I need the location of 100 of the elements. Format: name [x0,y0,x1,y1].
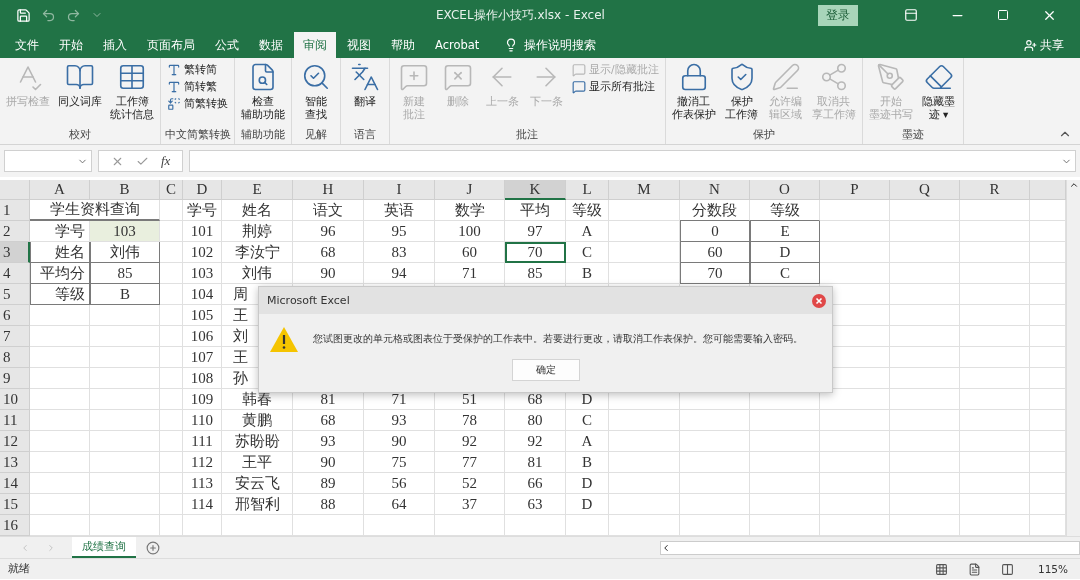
row-header[interactable]: 7 [0,326,30,347]
row-header[interactable]: 13 [0,452,30,473]
table-cell: 75 [364,452,435,473]
column-header[interactable]: M [609,180,680,200]
table-cell: 95 [364,221,435,242]
table-cell: 英语 [364,200,435,221]
insert-function-button[interactable]: fx [161,153,171,169]
row-header[interactable]: 1 [0,200,30,221]
ribbon-button[interactable]: 显示所有批注 [569,79,662,95]
table-cell: 90 [293,452,364,473]
table-cell: C [566,410,609,431]
column-header[interactable]: K [505,180,566,200]
table-cell: 83 [364,242,435,263]
column-header[interactable]: R [960,180,1030,200]
row-header[interactable]: 12 [0,431,30,452]
tell-me-search[interactable]: 操作说明搜索 [524,37,597,53]
column-header[interactable]: A [30,180,90,200]
table-cell: 学号 [183,200,222,221]
table-cell: C [566,242,609,263]
table-cell: 66 [505,473,566,494]
row-header[interactable]: 4 [0,263,30,284]
column-header[interactable]: B [90,180,160,200]
row-header[interactable]: 6 [0,305,30,326]
row-header[interactable]: 11 [0,410,30,431]
table-cell: 52 [435,473,505,494]
table-cell: 苏盼盼 [222,431,293,452]
ribbon-button[interactable]: 翻译 [344,60,386,110]
column-header[interactable]: E [222,180,293,200]
column-header[interactable]: Q [890,180,960,200]
table-cell: 刘伟 [222,263,293,284]
group-label: 批注 [515,127,540,142]
table-cell: B [566,263,609,284]
menu-tab[interactable]: 帮助 [382,32,424,58]
table-cell: 102 [183,242,222,263]
menu-tab[interactable]: 插入 [94,32,136,58]
column-header[interactable]: C [160,180,183,200]
table-cell: 100 [435,221,505,242]
zoom-level[interactable]: 115% [1037,563,1068,575]
column-header[interactable]: O [750,180,820,200]
ribbon-button[interactable]: 简转繁 [164,79,231,95]
table-cell: 学生资料查询 [30,200,160,221]
menu-tab[interactable]: Acrobat [426,32,489,58]
row-header[interactable]: 16 [0,515,30,536]
login-button[interactable]: 登录 [818,4,858,26]
ok-button[interactable]: 确定 [511,359,580,381]
table-cell: 等级 [750,200,820,221]
menu-tab[interactable]: 文件 [6,32,48,58]
status-text: 就绪 [8,562,31,576]
table-cell: 108 [183,368,222,389]
sheet-tab[interactable]: 成绩查询 [72,537,136,558]
menu-tab[interactable]: 审阅 [294,32,336,58]
table-cell: 韩春 [222,389,293,410]
table-cell: 92 [505,431,566,452]
row-header[interactable]: 15 [0,494,30,515]
ribbon-button[interactable]: 智能 查找 [295,60,337,123]
menu-tab[interactable]: 数据 [250,32,292,58]
share-button[interactable]: 共享 [1018,32,1070,58]
column-header[interactable]: H [293,180,364,200]
table-cell: 70 [505,242,566,263]
column-header[interactable]: N [680,180,750,200]
table-cell: 平均分 [30,263,90,284]
column-header[interactable]: D [183,180,222,200]
column-header[interactable]: L [566,180,609,200]
row-header[interactable]: 14 [0,473,30,494]
group-label: 语言 [353,127,377,142]
menu-tab[interactable]: 视图 [338,32,380,58]
menu-tab[interactable]: 开始 [50,32,92,58]
table-cell: 101 [183,221,222,242]
menu-tab[interactable]: 公式 [206,32,248,58]
ribbon-button[interactable]: 撤消工 作表保护 [668,60,719,123]
table-cell: 李汝宁 [222,242,293,263]
row-header[interactable]: 5 [0,284,30,305]
table-cell: B [90,284,160,305]
table-cell: 邢智利 [222,494,293,515]
ribbon-button[interactable]: 同义词库 [55,60,105,110]
table-cell: 107 [183,347,222,368]
row-header[interactable]: 3 [0,242,30,263]
column-header[interactable]: J [435,180,505,200]
row-header[interactable]: 8 [0,347,30,368]
ribbon-button[interactable]: 保护 工作簿 [720,60,763,123]
table-cell: 70 [680,263,750,284]
row-header[interactable]: 10 [0,389,30,410]
menu-tab[interactable]: 页面布局 [138,32,204,58]
ribbon-button[interactable]: 繁转简 [164,62,231,78]
group-label: 校对 [68,127,92,142]
table-cell: 109 [183,389,222,410]
ribbon-button[interactable]: 隐藏墨 迹 ▾ [917,60,960,123]
group-label: 保护 [751,127,776,142]
table-cell: 等级 [566,200,609,221]
dialog-message: 您试图更改的单元格或图表位于受保护的工作表中。若要进行更改，请取消工作表保护。您可能需要输入密码。 [313,333,803,346]
window-title: EXCEL操作小技巧.xlsx - Excel [436,6,606,24]
table-cell: 71 [435,263,505,284]
ribbon-button[interactable]: 简繁转换 [164,96,231,112]
ribbon-button[interactable]: 工作簿 统计信息 [107,60,157,123]
column-header[interactable]: I [364,180,435,200]
table-cell: 安云飞 [222,473,293,494]
column-header[interactable]: P [820,180,890,200]
row-header[interactable]: 9 [0,368,30,389]
ribbon-button[interactable]: 检查 辅助功能 [238,60,288,123]
row-header[interactable]: 2 [0,221,30,242]
